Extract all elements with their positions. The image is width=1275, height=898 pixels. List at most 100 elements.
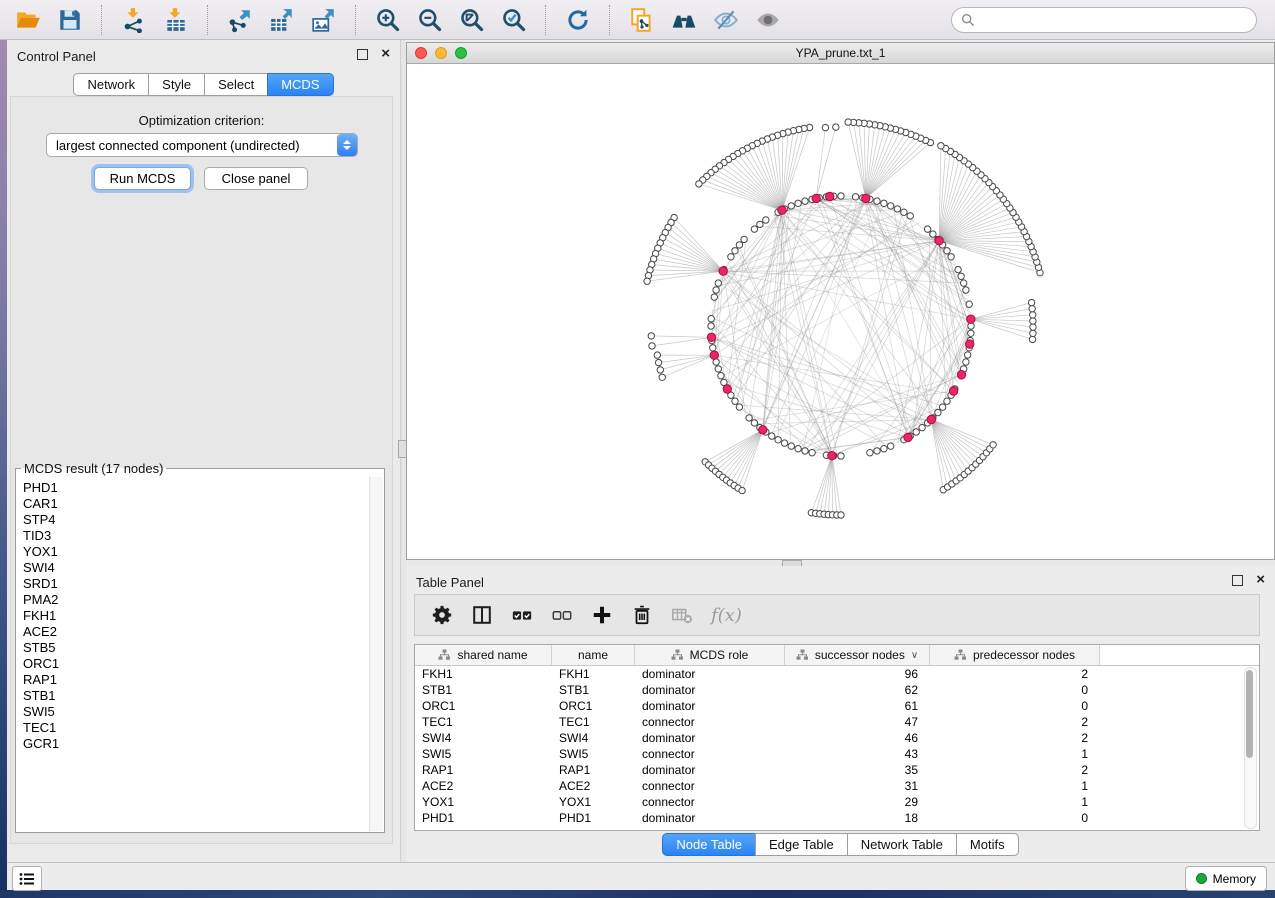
refresh-layout-icon[interactable]	[562, 4, 594, 36]
zoom-in-icon[interactable]	[372, 4, 404, 36]
column-header-filler	[1100, 645, 1259, 665]
table-cell: SWI4	[415, 730, 552, 746]
mcds-tab-content: Optimization criterion: largest connecte…	[10, 96, 393, 844]
search-field[interactable]	[951, 7, 1257, 33]
mcds-result-item[interactable]: STP4	[23, 512, 370, 528]
table-row[interactable]: YOX1YOX1connector291	[415, 794, 1259, 810]
mcds-result-item[interactable]: RAP1	[23, 672, 370, 688]
network-window-titlebar[interactable]: YPA_prune.txt_1	[407, 43, 1274, 64]
table-row[interactable]: STB1STB1dominator620	[415, 682, 1259, 698]
zoom-fit-icon[interactable]	[456, 4, 488, 36]
mcds-list-scrollbar[interactable]	[369, 477, 383, 831]
add-column-icon[interactable]	[591, 604, 613, 626]
mcds-result-item[interactable]: SRD1	[23, 576, 370, 592]
table-cell: SWI5	[415, 746, 552, 762]
column-header-name[interactable]: name	[552, 645, 635, 665]
tab-network[interactable]: Network	[73, 73, 149, 96]
table-row[interactable]: SWI5SWI5connector431	[415, 746, 1259, 762]
open-file-icon[interactable]	[12, 4, 44, 36]
table-cell: 29	[785, 794, 930, 810]
mcds-result-item[interactable]: PHD1	[23, 480, 370, 496]
mcds-result-item[interactable]: STB5	[23, 640, 370, 656]
mcds-result-item[interactable]: ORC1	[23, 656, 370, 672]
new-network-from-selection-icon[interactable]	[626, 4, 658, 36]
table-scrollbar[interactable]	[1244, 667, 1257, 829]
table-cell: RAP1	[415, 762, 552, 778]
close-panel-icon[interactable]: ×	[381, 48, 390, 60]
table-row[interactable]: PHD1PHD1dominator180	[415, 810, 1259, 826]
mcds-result-item[interactable]: GCR1	[23, 736, 370, 752]
import-network-icon[interactable]	[118, 4, 150, 36]
table-cell: 62	[785, 682, 930, 698]
window-maximize-icon[interactable]	[455, 47, 467, 59]
network-canvas[interactable]	[407, 64, 1274, 560]
mcds-result-item[interactable]: SWI4	[23, 560, 370, 576]
mcds-result-list: PHD1CAR1STP4TID3YOX1SWI4SRD1PMA2FKH1ACE2…	[17, 478, 370, 831]
float-panel-icon[interactable]	[357, 49, 368, 60]
tab-motifs[interactable]: Motifs	[956, 833, 1019, 856]
mcds-result-item[interactable]: ACE2	[23, 624, 370, 640]
status-bar: Memory	[7, 862, 1275, 890]
column-header-successor-nodes[interactable]: successor nodes∨	[785, 645, 930, 665]
table-cell: STB1	[415, 682, 552, 698]
task-history-button[interactable]	[12, 866, 42, 891]
show-columns-icon[interactable]	[471, 604, 493, 626]
mcds-result-item[interactable]: STB1	[23, 688, 370, 704]
table-cell: PHD1	[415, 810, 552, 826]
select-all-rows-icon[interactable]	[511, 604, 533, 626]
table-panel-tabs: Node TableEdge TableNetwork TableMotifs	[406, 833, 1275, 856]
zoom-out-icon[interactable]	[414, 4, 446, 36]
save-session-icon[interactable]	[54, 4, 86, 36]
export-image-icon[interactable]	[308, 4, 340, 36]
tab-style[interactable]: Style	[148, 73, 205, 96]
show-all-icon[interactable]	[752, 4, 784, 36]
toolbar-separator	[609, 5, 611, 35]
mcds-result-item[interactable]: TID3	[23, 528, 370, 544]
table-row[interactable]: TEC1TEC1connector472	[415, 714, 1259, 730]
table-cell: dominator	[635, 666, 785, 682]
table-cell: dominator	[635, 698, 785, 714]
deselect-all-rows-icon[interactable]	[551, 604, 573, 626]
sort-indicator-icon: ∨	[911, 650, 918, 661]
import-table-icon[interactable]	[160, 4, 192, 36]
column-header-predecessor-nodes[interactable]: predecessor nodes	[930, 645, 1100, 665]
zoom-selected-icon[interactable]	[498, 4, 530, 36]
export-table-icon[interactable]	[266, 4, 298, 36]
delete-column-icon[interactable]	[631, 604, 653, 626]
column-header-MCDS-role[interactable]: MCDS role	[635, 645, 785, 665]
run-mcds-button[interactable]: Run MCDS	[94, 167, 191, 190]
export-network-icon[interactable]	[224, 4, 256, 36]
tab-network-table[interactable]: Network Table	[847, 833, 957, 856]
tab-edge-table[interactable]: Edge Table	[755, 833, 848, 856]
search-input[interactable]	[981, 11, 1247, 28]
table-row[interactable]: ORC1ORC1dominator610	[415, 698, 1259, 714]
window-minimize-icon[interactable]	[435, 47, 447, 59]
delete-table-icon[interactable]	[671, 604, 693, 626]
mcds-result-item[interactable]: FKH1	[23, 608, 370, 624]
close-panel-button[interactable]: Close panel	[204, 167, 308, 190]
tab-select[interactable]: Select	[204, 73, 268, 96]
table-row[interactable]: ACE2ACE2connector311	[415, 778, 1259, 794]
table-row[interactable]: FKH1FKH1dominator962	[415, 666, 1259, 682]
window-close-icon[interactable]	[415, 47, 427, 59]
optimization-criterion-select[interactable]: largest connected component (undirected)	[46, 133, 358, 157]
table-cell: FKH1	[415, 666, 552, 682]
table-scrollbar-thumb[interactable]	[1246, 670, 1253, 758]
column-settings-gear-icon[interactable]	[431, 604, 453, 626]
mcds-result-item[interactable]: CAR1	[23, 496, 370, 512]
mcds-result-item[interactable]: PMA2	[23, 592, 370, 608]
float-panel-icon[interactable]	[1232, 575, 1243, 586]
tab-node-table[interactable]: Node Table	[662, 833, 756, 856]
table-row[interactable]: SWI4SWI4dominator462	[415, 730, 1259, 746]
column-header-shared-name[interactable]: shared name	[415, 645, 552, 665]
table-row[interactable]: RAP1RAP1dominator352	[415, 762, 1259, 778]
tab-mcds[interactable]: MCDS	[267, 73, 333, 96]
first-neighbors-icon[interactable]	[668, 4, 700, 36]
mcds-result-item[interactable]: SWI5	[23, 704, 370, 720]
hide-selected-icon[interactable]	[710, 4, 742, 36]
mcds-result-item[interactable]: YOX1	[23, 544, 370, 560]
function-builder-icon[interactable]: f(x)	[711, 605, 742, 626]
memory-button[interactable]: Memory	[1185, 866, 1267, 891]
close-panel-icon[interactable]: ×	[1256, 574, 1265, 586]
mcds-result-item[interactable]: TEC1	[23, 720, 370, 736]
